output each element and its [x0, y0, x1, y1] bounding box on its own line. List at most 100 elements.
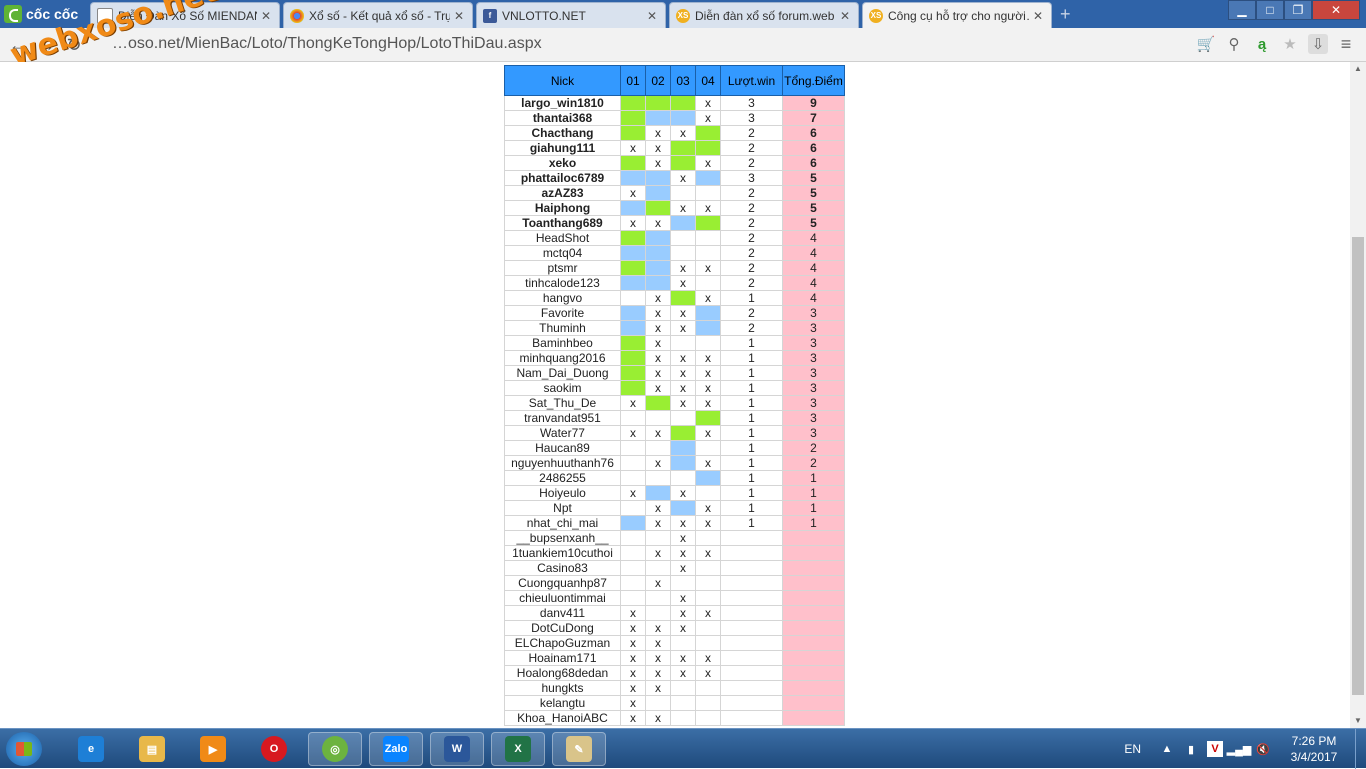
minimize-window-icon[interactable]: ▁	[1228, 0, 1256, 20]
download-icon[interactable]: ⇩	[1308, 34, 1328, 54]
round-3-cell	[670, 680, 696, 696]
score-cell	[782, 650, 845, 666]
table-row: tranvandat951 1 3	[504, 410, 845, 426]
score-cell: 6	[782, 155, 845, 171]
wins-cell	[720, 530, 783, 546]
round-4-cell	[695, 140, 721, 156]
excel-icon: X	[505, 736, 531, 762]
taskbar-app[interactable]: ▶	[186, 732, 240, 766]
nick-cell: Chacthang	[504, 125, 621, 141]
round-1-cell	[620, 590, 646, 606]
table-row: Sat_Thu_De x x x 1 3	[504, 395, 845, 411]
new-tab-icon[interactable]: +	[1060, 5, 1078, 23]
wins-cell: 2	[720, 230, 783, 246]
score-cell: 1	[782, 500, 845, 516]
score-cell: 3	[782, 320, 845, 336]
wins-cell: 2	[720, 275, 783, 291]
vertical-scrollbar[interactable]: ▲ ▼	[1350, 62, 1366, 728]
round-3-cell	[670, 470, 696, 486]
score-cell	[782, 710, 845, 726]
tab-close-icon[interactable]: ✕	[647, 9, 659, 23]
round-4-cell	[695, 185, 721, 201]
maximize-window-icon[interactable]: ❐	[1284, 0, 1312, 20]
round-3-cell	[670, 425, 696, 441]
translate-icon[interactable]: ą	[1252, 34, 1272, 54]
zalo-icon: Zalo	[383, 736, 409, 762]
score-cell: 1	[782, 515, 845, 531]
round-1-cell	[620, 335, 646, 351]
nick-cell: Hoainam171	[504, 650, 621, 666]
round-3-cell	[670, 215, 696, 231]
round-4-cell: x	[695, 665, 721, 681]
nick-cell: 1tuankiem10cuthoi	[504, 545, 621, 561]
round-1-cell	[620, 260, 646, 276]
cart-icon[interactable]: 🛒	[1196, 34, 1216, 54]
taskbar-app[interactable]: Zalo	[369, 732, 423, 766]
tab-2[interactable]: Xổ số - Kết quả xổ số - Trực ✕	[283, 2, 473, 28]
round-4-cell: x	[695, 650, 721, 666]
scroll-down-icon[interactable]: ▼	[1350, 714, 1366, 728]
wins-cell: 1	[720, 500, 783, 516]
score-cell: 4	[782, 245, 845, 261]
round-2-cell: x	[645, 350, 671, 366]
show-hidden-icons-icon[interactable]: ▲	[1159, 741, 1175, 757]
score-cell: 1	[782, 485, 845, 501]
taskbar-app[interactable]: O	[247, 732, 301, 766]
tab-close-icon[interactable]: ✕	[454, 9, 466, 23]
tab-close-icon[interactable]: ✕	[1033, 9, 1045, 23]
menu-icon[interactable]: ≡	[1336, 34, 1356, 54]
taskbar-app[interactable]: ◎	[308, 732, 362, 766]
score-cell: 9	[782, 95, 845, 111]
language-indicator[interactable]: EN	[1124, 742, 1141, 756]
table-row: saokim x x x 1 3	[504, 380, 845, 396]
nick-cell: giahung111	[504, 140, 621, 156]
taskbar-app[interactable]: X	[491, 732, 545, 766]
table-row: Toanthang689 x x 2 5	[504, 215, 845, 231]
coccoc-logo-icon	[4, 5, 22, 23]
close-window-icon[interactable]: ✕	[1312, 0, 1360, 20]
round-1-cell	[620, 455, 646, 471]
table-row: Hoalong68dedan x x x x	[504, 665, 845, 681]
tab-close-icon[interactable]: ✕	[261, 9, 273, 23]
bookmark-star-icon[interactable]: ★	[1280, 34, 1300, 54]
tab-4[interactable]: XS Diễn đàn xổ số forum.web… ✕	[669, 2, 859, 28]
round-2-cell: x	[645, 515, 671, 531]
taskbar-app[interactable]: W	[430, 732, 484, 766]
nick-cell: hangvo	[504, 290, 621, 306]
round-2-cell: x	[645, 365, 671, 381]
round-2-cell	[645, 470, 671, 486]
scroll-up-icon[interactable]: ▲	[1350, 62, 1366, 76]
taskbar-app[interactable]: ▤	[125, 732, 179, 766]
round-2-cell	[645, 170, 671, 186]
taskbar-app[interactable]: ✎	[552, 732, 606, 766]
network-signal-icon[interactable]: ▂▄▆	[1227, 741, 1252, 757]
tab-5[interactable]: XS Công cụ hỗ trợ cho người… ✕	[862, 2, 1052, 28]
round-1-cell: x	[620, 485, 646, 501]
volume-muted-icon[interactable]: 🔇	[1255, 741, 1271, 757]
round-2-cell	[645, 230, 671, 246]
round-1-cell	[620, 530, 646, 546]
round-1-cell: x	[620, 140, 646, 156]
round-3-cell	[670, 440, 696, 456]
restore-window-icon[interactable]: □	[1256, 0, 1284, 20]
wins-cell: 1	[720, 410, 783, 426]
battery-icon[interactable]: ▮	[1183, 741, 1199, 757]
round-4-cell	[695, 245, 721, 261]
browser-toolbar: ← → ↻ …oso.net/MienBac/Loto/ThongKeTongH…	[0, 28, 1366, 62]
round-4-cell: x	[695, 155, 721, 171]
show-desktop-button[interactable]	[1355, 729, 1366, 769]
tab-3[interactable]: f VNLOTTO.NET ✕	[476, 2, 666, 28]
taskbar-app[interactable]: e	[64, 732, 118, 766]
round-3-cell: x	[670, 620, 696, 636]
round-3-cell	[670, 410, 696, 426]
clock[interactable]: 7:26 PM 3/4/2017	[1279, 733, 1349, 765]
wins-cell: 1	[720, 380, 783, 396]
address-bar[interactable]: …oso.net/MienBac/Loto/ThongKeTongHop/Lot…	[112, 35, 542, 53]
zoom-icon[interactable]: ⚲	[1224, 34, 1244, 54]
vietkey-icon[interactable]: V	[1207, 741, 1223, 757]
start-button[interactable]	[6, 732, 42, 766]
table-row: xeko x x 2 6	[504, 155, 845, 171]
round-2-cell	[645, 560, 671, 576]
scrollbar-thumb[interactable]	[1352, 237, 1364, 695]
tab-close-icon[interactable]: ✕	[840, 9, 852, 23]
